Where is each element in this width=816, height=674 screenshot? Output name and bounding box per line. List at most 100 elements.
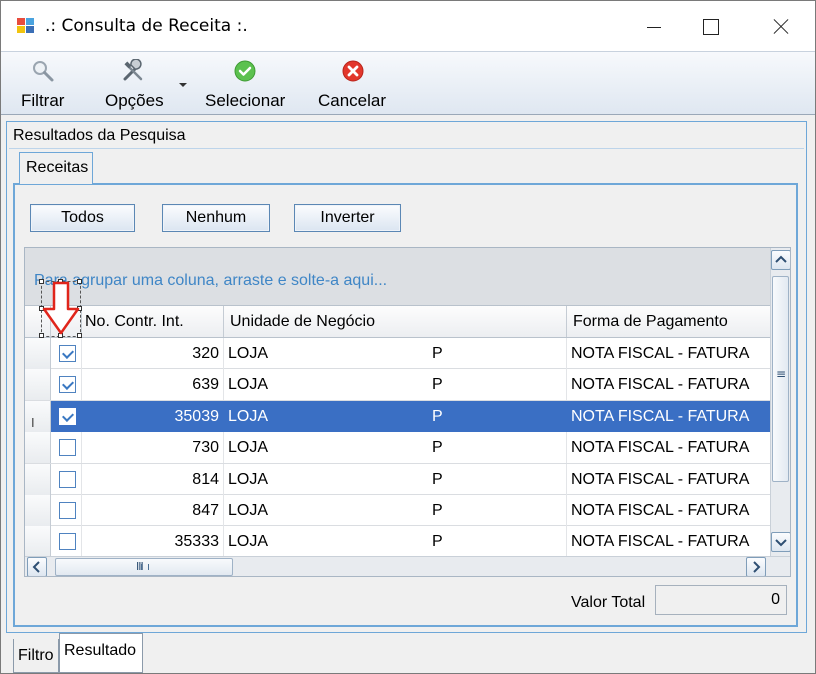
row-checkbox[interactable] <box>59 376 76 394</box>
header-unidade[interactable]: Unidade de Negócio <box>224 306 567 337</box>
cell-unidade-text: LOJA <box>228 439 269 457</box>
opcoes-button[interactable]: Opções <box>99 52 191 114</box>
row-indicator[interactable] <box>25 369 51 401</box>
cell-unidade: LOJA P <box>224 400 567 432</box>
table-row[interactable]: 639 LOJA P NOTA FISCAL - FATURA <box>25 369 770 401</box>
row-checkbox[interactable] <box>59 439 76 457</box>
tab-receitas-label: Receitas <box>26 159 89 176</box>
row-indicator[interactable] <box>25 463 51 495</box>
row-indicator[interactable] <box>25 338 51 369</box>
row-check-cell[interactable] <box>51 400 82 432</box>
vscroll-grip: ≡ <box>776 367 787 381</box>
cell-unidade-text: LOJA <box>228 376 269 394</box>
vertical-scroll-thumb[interactable]: ≡ <box>772 276 789 482</box>
cell-unidade-text: LOJA <box>228 470 269 488</box>
cell-unidade-text: LOJA <box>228 345 269 362</box>
tab-resultado-label: Resultado <box>64 642 137 659</box>
cell-no-contr: 730 <box>82 432 224 464</box>
results-panel: Resultados da Pesquisa Receitas Todos Ne… <box>6 121 807 633</box>
title-bar: .: Consulta de Receita :. <box>1 1 815 51</box>
table-row[interactable]: I 35039 LOJA P NOTA FISCAL - FATURA <box>25 400 770 433</box>
close-button[interactable] <box>757 1 803 51</box>
row-checkbox[interactable] <box>59 533 76 551</box>
row-indicator-cursor: I <box>31 414 35 430</box>
cell-no-contr: 639 <box>82 369 224 401</box>
scroll-right-button[interactable] <box>746 557 766 576</box>
cancelar-label: Cancelar <box>318 91 387 110</box>
filtrar-button[interactable]: Filtrar <box>13 52 79 114</box>
horizontal-scroll-thumb[interactable]: III <box>55 558 233 576</box>
scroll-up-button[interactable] <box>771 250 790 270</box>
row-indicator[interactable]: I <box>25 400 51 432</box>
vertical-scrollbar[interactable]: ≡ <box>770 248 790 556</box>
cell-no-contr: 35039 <box>82 400 224 432</box>
header-forma-pagamento[interactable]: Forma de Pagamento <box>567 306 770 337</box>
cancel-circle-icon <box>342 60 364 82</box>
cell-unidade-cut: P <box>432 501 443 519</box>
scroll-down-button[interactable] <box>771 532 790 552</box>
cancelar-button[interactable]: Cancelar <box>313 52 393 114</box>
cell-unidade-cut: P <box>432 376 443 394</box>
opcoes-label: Opções <box>105 91 164 110</box>
row-check-cell[interactable] <box>51 432 82 464</box>
panel-title: Resultados da Pesquisa <box>13 127 186 144</box>
header-no-contr[interactable]: No. Contr. Int. <box>82 306 224 337</box>
cell-forma-pagamento: NOTA FISCAL - FATURA <box>571 345 750 362</box>
horizontal-scrollbar[interactable]: III <box>25 556 790 576</box>
cell-forma-pagamento: NOTA FISCAL - FATURA <box>571 533 750 551</box>
cell-unidade: LOJA P <box>224 338 567 369</box>
cell-forma-pagamento: NOTA FISCAL - FATURA <box>571 439 750 457</box>
maximize-button[interactable] <box>687 1 733 51</box>
row-check-cell[interactable] <box>51 463 82 495</box>
inverter-button[interactable]: Inverter <box>294 204 401 232</box>
row-checkbox[interactable] <box>59 345 76 362</box>
tab-resultado[interactable]: Resultado <box>59 633 143 673</box>
cell-unidade-text: LOJA <box>228 533 269 551</box>
scroll-left-button[interactable] <box>27 557 47 576</box>
cell-unidade-text: LOJA <box>228 407 269 425</box>
row-checkbox[interactable] <box>59 407 76 425</box>
row-checkbox[interactable] <box>59 470 76 488</box>
cell-unidade-cut: P <box>432 439 443 457</box>
row-indicator[interactable] <box>25 526 51 558</box>
row-check-cell[interactable] <box>51 494 82 526</box>
valor-total-field: 0 <box>655 585 787 615</box>
selecionar-button[interactable]: Selecionar <box>201 52 297 114</box>
hscroll-grip: III <box>136 560 144 573</box>
cell-unidade: LOJA P <box>224 463 567 495</box>
results-grid[interactable]: Para agrupar uma coluna, arraste e solte… <box>24 247 791 577</box>
nenhum-button[interactable]: Nenhum <box>162 204 270 232</box>
table-row[interactable]: 847 LOJA P NOTA FISCAL - FATURA <box>25 494 770 527</box>
row-indicator[interactable] <box>25 494 51 526</box>
chevron-down-icon <box>775 539 787 547</box>
group-panel[interactable]: Para agrupar uma coluna, arraste e solte… <box>25 248 770 305</box>
row-indicator[interactable] <box>25 432 51 464</box>
cell-unidade-cut: P <box>432 345 443 362</box>
cell-forma-pagamento: NOTA FISCAL - FATURA <box>571 470 750 488</box>
row-checkbox[interactable] <box>59 501 76 519</box>
cell-unidade: LOJA P <box>224 369 567 401</box>
toolbar: Filtrar Opções Selecionar Cancelar <box>1 51 815 115</box>
cell-unidade-cut: P <box>432 470 443 488</box>
tab-receitas[interactable]: Receitas <box>19 152 93 184</box>
minimize-button[interactable] <box>631 1 677 51</box>
valor-total-label: Valor Total <box>571 594 646 611</box>
table-row[interactable]: 730 LOJA P NOTA FISCAL - FATURA <box>25 432 770 464</box>
divider <box>9 148 804 149</box>
todos-button[interactable]: Todos <box>30 204 135 232</box>
tab-filtro[interactable]: Filtro <box>13 639 59 673</box>
table-row[interactable]: 35333 LOJA P NOTA FISCAL - FATURA <box>25 526 770 558</box>
receitas-tab-content: Todos Nenhum Inverter Para agrupar uma c… <box>13 183 798 627</box>
red-arrow-down-icon <box>42 281 80 335</box>
table-row[interactable]: 320 LOJA P NOTA FISCAL - FATURA <box>25 338 770 370</box>
row-check-cell[interactable] <box>51 338 82 369</box>
table-row[interactable]: 814 LOJA P NOTA FISCAL - FATURA <box>25 463 770 495</box>
group-hint: Para agrupar uma coluna, arraste e solte… <box>34 272 388 289</box>
cell-unidade: LOJA P <box>224 432 567 464</box>
cell-no-contr: 814 <box>82 463 224 495</box>
cell-forma-pagamento: NOTA FISCAL - FATURA <box>567 400 770 432</box>
cell-unidade: LOJA P <box>224 494 567 526</box>
row-check-cell[interactable] <box>51 526 82 558</box>
window-title: .: Consulta de Receita :. <box>45 16 248 36</box>
row-check-cell[interactable] <box>51 369 82 401</box>
